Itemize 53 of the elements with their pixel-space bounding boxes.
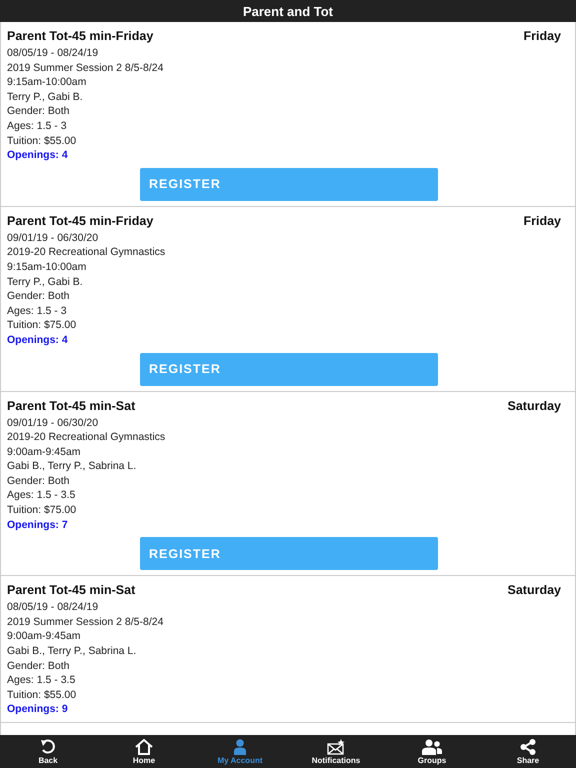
- tab-item[interactable]: Groups: [384, 735, 480, 768]
- class-day: Saturday: [508, 583, 561, 598]
- class-detail: Tuition: $55.00: [7, 134, 78, 148]
- class-detail: Gender: Both: [7, 104, 70, 119]
- class-detail: 08/05/19 - 08/24/19: [7, 600, 100, 615]
- openings-count: Openings: 9: [7, 702, 69, 717]
- class-detail: 09/01/19 - 06/30/20: [7, 416, 100, 430]
- class-detail: 9:15am-10:00am: [7, 75, 88, 90]
- class-detail: 2019 Summer Session 2 8/5-8/24: [7, 60, 164, 76]
- page-title: Parent and Tot: [242, 4, 334, 18]
- class-detail: Tuition: $55.00: [7, 688, 78, 702]
- class-detail: Terry P., Gabi B.: [7, 90, 84, 104]
- class-detail: 09/01/19 - 06/30/20: [7, 230, 100, 246]
- class-detail: 08/05/19 - 08/24/19: [7, 46, 100, 61]
- openings-count: Openings: 4: [7, 148, 69, 163]
- home-icon: [135, 738, 153, 754]
- undo-icon: [40, 738, 56, 754]
- class-day: Friday: [523, 214, 561, 228]
- class-detail: Gender: Both: [7, 289, 70, 304]
- class-detail: Ages: 1.5 - 3: [7, 304, 68, 318]
- class-detail: Tuition: $75.00: [7, 318, 78, 333]
- class-detail: Gabi B., Terry P., Sabrina L.: [7, 459, 138, 474]
- tab-item[interactable]: Home: [96, 735, 192, 768]
- class-detail: Gender: Both: [7, 474, 70, 488]
- class-detail: 9:00am-9:45am: [7, 629, 82, 644]
- class-detail: Gender: Both: [7, 658, 70, 674]
- class-detail: Gabi B., Terry P., Sabrina L.: [7, 644, 138, 659]
- person-icon: [233, 738, 247, 754]
- class-name: Parent Tot-45 min-Friday: [7, 29, 154, 43]
- class-detail: Ages: 1.5 - 3.5: [7, 673, 76, 688]
- class-day: Saturday: [508, 398, 561, 412]
- class-name: Parent Tot-45 min-Friday: [7, 214, 154, 228]
- envelope-icon: [327, 738, 345, 754]
- tab-item[interactable]: Back: [0, 735, 96, 768]
- class-name: Parent Tot-45 min-Sat: [7, 398, 136, 412]
- class-detail: 2019 Summer Session 2 8/5-8/24: [7, 614, 164, 630]
- class-day: Friday: [523, 29, 561, 43]
- tab-item[interactable]: Notifications: [288, 735, 384, 768]
- class-detail: 2019-20 Recreational Gymnastics: [7, 245, 166, 260]
- people-icon: [422, 738, 442, 754]
- class-detail: Ages: 1.5 - 3: [7, 118, 68, 134]
- class-detail: Tuition: $75.00: [7, 503, 78, 518]
- class-detail: 9:15am-10:00am: [7, 260, 88, 275]
- openings-count: Openings: 7: [7, 518, 69, 532]
- class-detail: 9:00am-9:45am: [7, 444, 82, 460]
- tab-item[interactable]: Share: [480, 735, 576, 768]
- class-detail: Terry P., Gabi B.: [7, 274, 84, 290]
- tab-item[interactable]: My Account: [192, 735, 288, 768]
- openings-count: Openings: 4: [7, 332, 69, 348]
- class-name: Parent Tot-45 min-Sat: [7, 583, 136, 598]
- class-detail: 2019-20 Recreational Gymnastics: [7, 430, 166, 445]
- share-icon: [520, 738, 536, 754]
- class-detail: Ages: 1.5 - 3.5: [7, 488, 76, 504]
